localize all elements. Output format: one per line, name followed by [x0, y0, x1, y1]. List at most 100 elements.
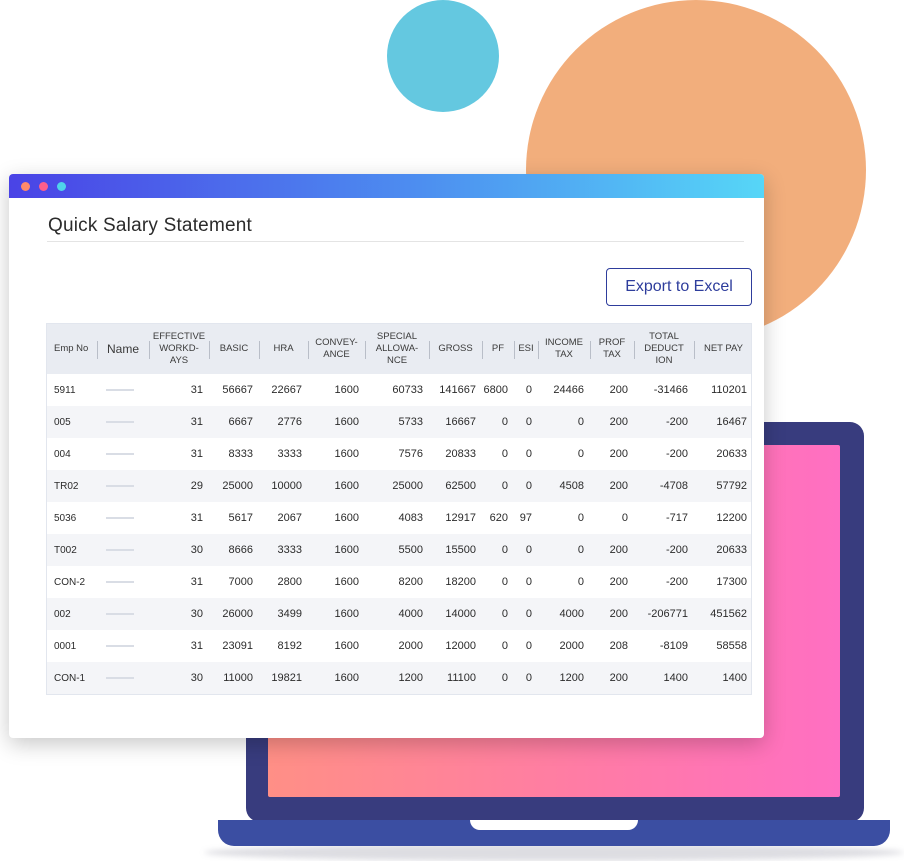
table-cell: 141667 — [439, 384, 476, 396]
table-cell: 4000 — [538, 598, 590, 630]
table-cell: 1600 — [334, 448, 359, 460]
table-cell: 2800 — [277, 576, 302, 588]
column-header: Emp No — [47, 324, 97, 374]
table-cell: 0 — [514, 598, 538, 630]
column-header: INCOME TAX — [538, 324, 590, 374]
column-header: CONVEY-ANCE — [308, 324, 365, 374]
table-cell: 30 — [149, 662, 209, 694]
table-row[interactable]: 004 31 8333 3333 1600 7576 20833 0 0 0 200 -200 2063… — [47, 438, 751, 470]
table-row[interactable]: T002 30 8666 3333 1600 5500 15500 0 0 0 200 -200 206… — [47, 534, 751, 566]
table-cell: 1200 — [538, 662, 590, 694]
table-cell: 2000 — [398, 640, 423, 652]
emp-no-cell: 002 — [47, 598, 97, 630]
table-row[interactable]: TR02 29 25000 10000 1600 25000 62500 0 0 4508 200-… — [47, 470, 751, 502]
table-cell: 8192 — [277, 640, 302, 652]
column-header: PROF TAX — [590, 324, 634, 374]
table-cell: 1600 — [334, 384, 359, 396]
illustration-stage: Quick Salary Statement Export to Excel E… — [0, 0, 904, 861]
column-header: PF — [482, 324, 514, 374]
window-dot-3-icon[interactable] — [57, 181, 66, 191]
column-header: ESI — [514, 324, 538, 374]
table-cell: 0 — [525, 448, 532, 460]
redacted-name-placeholder — [106, 485, 134, 488]
table-cell: 200 — [590, 470, 634, 502]
table-cell: 7576 — [398, 448, 423, 460]
table-cell: 2067 — [277, 512, 302, 524]
table-row[interactable]: 5036 31 5617 2067 1600 4083 12917 620 97 0 0 -717 12… — [47, 502, 751, 534]
column-header: TOTAL DEDUCT ION — [634, 324, 694, 374]
table-cell: 14000 — [429, 598, 482, 630]
emp-no-cell: 005 — [47, 406, 97, 438]
window-dot-2-icon[interactable] — [39, 181, 48, 191]
table-cell: 25000 — [365, 470, 429, 502]
table-cell: 11100 — [429, 662, 482, 694]
table-cell: 5500 — [365, 534, 429, 566]
table-cell: 12200 — [716, 512, 747, 524]
table-row[interactable]: CON-2 31 7000 2800 1600 8200 18200 0 0 0 200 -200 17… — [47, 566, 751, 598]
name-cell — [97, 438, 149, 470]
table-cell: -4708 — [634, 470, 694, 502]
column-header: SPECIAL ALLOWA-NCE — [365, 324, 429, 374]
table-cell: 0 — [538, 534, 590, 566]
table-header-row: Emp No Name EFFECTIVE WORKD-AYS BASIC HR… — [47, 324, 751, 374]
table-cell: 1600 — [308, 406, 365, 438]
table-cell: 30 — [149, 534, 209, 566]
table-row[interactable]: 0001 31 23091 8192 1600 2000 12000 0 0 2000 208 -81… — [47, 630, 751, 662]
table-cell: 0 — [538, 406, 590, 438]
table-cell: 4508 — [538, 470, 590, 502]
table-cell: 0 — [514, 406, 538, 438]
redacted-name-placeholder — [106, 549, 134, 552]
emp-no-cell: 004 — [54, 448, 71, 460]
table-cell: 1600 — [308, 470, 365, 502]
table-row[interactable]: 5911 31 56667 22667 1600 60733 141667 6800 0 2446… — [47, 374, 751, 406]
table-cell: 3333 — [259, 534, 308, 566]
table-cell: 20633 — [716, 448, 747, 460]
table-cell: 0 — [482, 470, 514, 502]
table-cell: 20633 — [694, 534, 751, 566]
table-cell: 1600 — [308, 662, 365, 694]
salary-table: Emp No Name EFFECTIVE WORKD-AYS BASIC HR… — [46, 323, 752, 695]
window-dot-1-icon[interactable] — [21, 181, 30, 191]
redacted-name-placeholder — [106, 453, 134, 456]
emp-no-cell: T002 — [47, 534, 97, 566]
table-cell: 1400 — [694, 662, 751, 694]
column-header: NET PAY — [694, 324, 751, 374]
table-cell: 0 — [514, 662, 538, 694]
table-cell: 31 — [190, 576, 203, 588]
table-cell: 110201 — [711, 384, 747, 396]
column-header: BASIC — [209, 324, 259, 374]
table-cell: 0 — [501, 640, 508, 652]
window-titlebar — [9, 174, 764, 198]
redacted-name-placeholder — [106, 581, 134, 584]
table-row[interactable]: 005 31 6667 2776 1600 5733 16667 0 0 0 200 -200 1646… — [47, 406, 751, 438]
export-to-excel-button[interactable]: Export to Excel — [606, 268, 752, 306]
table-cell: 3499 — [259, 598, 308, 630]
title-divider — [47, 241, 744, 242]
table-cell: 62500 — [429, 470, 482, 502]
table-cell: 3333 — [277, 448, 302, 460]
column-header: GROSS — [429, 324, 482, 374]
table-cell: 6667 — [209, 406, 259, 438]
table-cell: 1600 — [308, 534, 365, 566]
table-row[interactable]: 002 30 26000 3499 1600 4000 14000 0 0 4000 200 -206… — [47, 598, 751, 630]
table-cell: 4083 — [398, 512, 423, 524]
table-cell: 31 — [190, 512, 203, 524]
name-cell — [97, 470, 149, 502]
table-row[interactable]: CON-1 30 11000 19821 1600 1200 11100 0 0 1200 200 1… — [47, 662, 751, 694]
table-cell: 26000 — [209, 598, 259, 630]
laptop-notch — [470, 820, 638, 830]
table-cell: 20833 — [445, 448, 476, 460]
table-cell: 0 — [525, 640, 532, 652]
name-cell — [97, 374, 149, 406]
table-cell: 1200 — [365, 662, 429, 694]
laptop-shadow — [204, 844, 904, 861]
table-cell: 0 — [577, 512, 584, 524]
emp-no-cell: TR02 — [47, 470, 97, 502]
table-cell: 57792 — [694, 470, 751, 502]
table-cell: 24466 — [553, 384, 584, 396]
table-cell: 0 — [514, 534, 538, 566]
table-cell: 4000 — [365, 598, 429, 630]
table-cell: -8109 — [659, 640, 688, 652]
column-header: EFFECTIVE WORKD-AYS — [149, 324, 209, 374]
table-cell: -200 — [634, 534, 694, 566]
